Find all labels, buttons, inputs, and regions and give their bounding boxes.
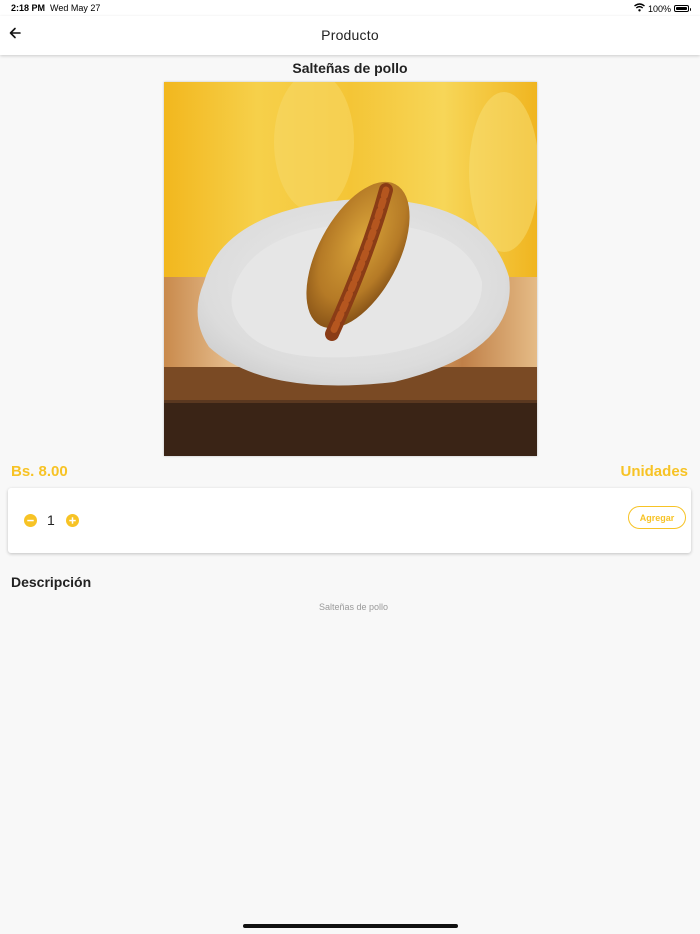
decrease-quantity-button[interactable] <box>24 514 37 527</box>
status-time: 2:18 PM <box>11 3 46 13</box>
status-date: Wed May 27 <box>50 3 101 13</box>
add-to-cart-button[interactable]: Agregar <box>628 506 686 529</box>
description-heading: Descripción <box>11 574 92 590</box>
plus-icon <box>69 517 76 524</box>
units-label: Unidades <box>620 463 688 480</box>
description-text: Salteñas de pollo <box>318 602 389 612</box>
status-bar: 2:18 PM Wed May 27 100% <box>0 0 700 16</box>
page-title: Producto <box>321 27 379 43</box>
battery-percent: 100% <box>647 3 671 14</box>
wifi-icon <box>634 3 645 14</box>
product-price: Bs. 8.00 <box>11 463 68 480</box>
quantity-card: 1 Agregar <box>8 488 691 553</box>
battery-icon <box>674 5 691 12</box>
product-image <box>164 82 537 456</box>
product-screen: 2:18 PM Wed May 27 100% Producto Salteña… <box>0 0 700 934</box>
status-right: 100% <box>634 3 691 14</box>
product-name: Salteñas de pollo <box>292 60 408 76</box>
quantity-value: 1 <box>47 512 55 528</box>
nav-bar: Producto <box>0 16 700 55</box>
minus-icon <box>27 519 34 522</box>
home-indicator[interactable] <box>243 924 458 928</box>
increase-quantity-button[interactable] <box>66 514 79 527</box>
